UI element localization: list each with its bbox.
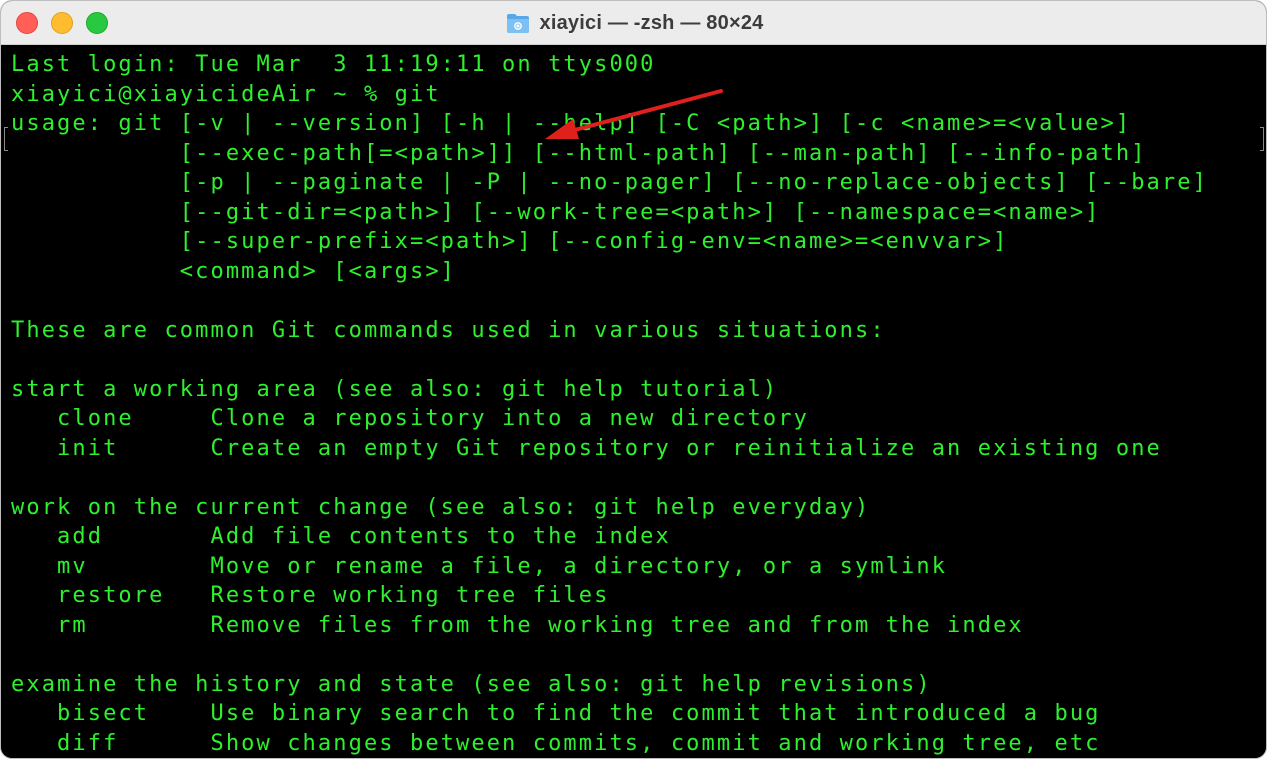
terminal-line: start a working area (see also: git help…: [11, 376, 779, 402]
prompt-mark-right: [1260, 127, 1264, 151]
terminal-line: clone Clone a repository into a new dire…: [11, 406, 809, 431]
terminal-line: Last login: Tue Mar 3 11:19:11 on ttys00…: [11, 52, 656, 77]
terminal-line: restore Restore working tree files: [11, 583, 610, 608]
prompt-mark-left: [4, 127, 8, 151]
terminal-line: mv Move or rename a file, a directory, o…: [11, 553, 948, 579]
terminal-line: [-p | --paginate | -P | --no-pager] [--n…: [11, 170, 1208, 195]
terminal-line: init Create an empty Git repository or r…: [11, 435, 1162, 461]
title-bar[interactable]: xiayici — -zsh — 80×24: [1, 1, 1266, 45]
terminal-line: <command> [<args>]: [11, 258, 457, 284]
terminal-lines: Last login: Tue Mar 3 11:19:11 on ttys00…: [11, 50, 1208, 758]
terminal-line: These are common Git commands used in va…: [11, 317, 886, 343]
title-group: xiayici — -zsh — 80×24: [1, 1, 1266, 45]
folder-icon: [506, 12, 530, 34]
terminal-line: [--git-dir=<path>] [--work-tree=<path>] …: [11, 199, 1101, 225]
terminal-output[interactable]: Last login: Tue Mar 3 11:19:11 on ttys00…: [1, 45, 1266, 758]
terminal-window: xiayici — -zsh — 80×24 Last login: Tue M…: [0, 0, 1267, 759]
terminal-line: xiayici@xiayicideAir ~ % git: [11, 81, 441, 107]
terminal-line: bisect Use binary search to find the com…: [11, 701, 1101, 726]
terminal-line: examine the history and state (see also:…: [11, 671, 932, 697]
terminal-line: usage: git [-v | --version] [-h | --help…: [11, 111, 1132, 136]
terminal-line: work on the current change (see also: gi…: [11, 494, 871, 520]
terminal-line: [--super-prefix=<path>] [--config-env=<n…: [11, 229, 1009, 254]
terminal-line: [--exec-path[=<path>]] [--html-path] [--…: [11, 140, 1147, 166]
window-title: xiayici — -zsh — 80×24: [539, 11, 764, 34]
terminal-line: diff Show changes between commits, commi…: [11, 730, 1101, 756]
terminal-line: rm Remove files from the working tree an…: [11, 612, 1024, 638]
terminal-line: add Add file contents to the index: [11, 524, 671, 549]
